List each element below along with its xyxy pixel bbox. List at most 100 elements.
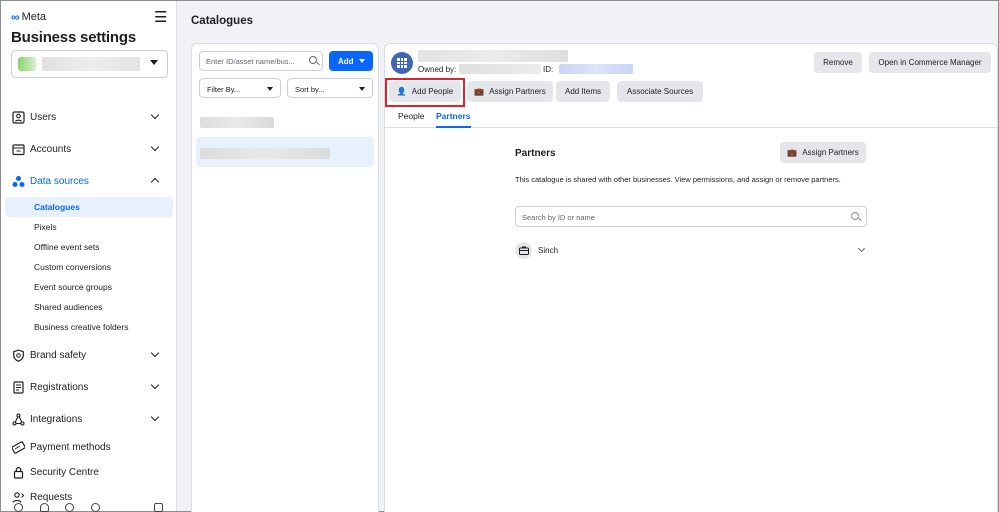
settings-icon[interactable] [14,503,23,512]
sidebar-subitem-catalogues[interactable]: Catalogues [5,197,173,217]
meta-infinity-icon: ∞ [11,10,20,24]
chevron-down-icon [150,142,160,152]
sidebar-item-brand-safety[interactable]: Brand safety [1,339,177,371]
highlight-box [385,78,465,107]
accounts-icon [10,141,26,157]
sidebar-item-label: Users [30,111,57,123]
business-settings-title: Business settings [11,29,136,46]
sidebar-subitem-pixels[interactable]: Pixels [5,217,173,237]
pages-icon[interactable] [154,503,163,512]
sidebar-item-label: Integrations [30,413,83,425]
list-item-selected[interactable] [196,137,374,167]
sidebar-item-users[interactable]: Users [1,101,177,133]
search-icon [309,56,317,64]
id-value-redacted [559,64,634,74]
owner-redacted [459,64,542,74]
search-icon [851,212,859,220]
sidebar-item-security-centre[interactable]: Security Centre [1,460,177,485]
filter-by-dropdown[interactable]: Filter By... [199,78,281,98]
catalogue-list-panel: Enter ID/asset name/bus... Add Filter By… [191,43,379,512]
partner-name: Sinch [538,245,559,255]
meta-logo[interactable]: ∞ Meta [11,10,46,24]
partner-list-item[interactable]: Sinch [515,240,867,260]
add-items-button[interactable]: Add Items [556,81,610,102]
caret-down-icon [359,87,365,91]
partner-search-placeholder: Search by ID or name [522,213,595,222]
detail-tabs: People Partners [385,107,997,128]
briefcase-icon: 💼 [474,87,485,96]
tab-people[interactable]: People [398,111,424,128]
sidebar-item-accounts[interactable]: Accounts [1,133,177,165]
sidebar-subitem-shared-audiences[interactable]: Shared audiences [5,297,173,317]
search-placeholder: Enter ID/asset name/bus... [206,57,295,66]
sidebar-subitem-custom-conversions[interactable]: Custom conversions [5,257,173,277]
briefcase-icon: 💼 [787,148,798,157]
lock-icon [10,465,26,481]
page-title: Catalogues [191,15,253,27]
catalogue-detail-panel: Owned by: ID: Remove Open in Commerce Ma… [384,43,998,512]
shield-icon [10,347,26,363]
filter-label: Filter By... [207,85,241,94]
caret-down-icon [267,87,273,91]
owned-by: Owned by: [418,64,542,74]
sidebar-item-registrations[interactable]: Registrations [1,371,177,403]
search-icon[interactable] [65,503,74,512]
caret-down-icon [150,60,158,65]
sidebar-item-label: Data sources [30,175,89,187]
registrations-icon [10,379,26,395]
sidebar-subitem-offline-event-sets[interactable]: Offline event sets [5,237,173,257]
hamburger-menu-icon[interactable]: ☰ [154,8,167,26]
sidebar-item-label: Payment methods [30,442,111,453]
business-name-redacted [42,57,140,71]
tab-partners[interactable]: Partners [436,111,471,128]
partners-description: This catalogue is shared with other busi… [515,175,841,184]
users-icon [10,109,26,125]
assign-partners-button[interactable]: 💼 Assign Partners [467,81,553,102]
catalogue-name-redacted [200,148,330,159]
sidebar-item-payment-methods[interactable]: Payment methods [1,435,177,460]
partner-briefcase-icon [515,241,532,259]
sidebar-subitem-business-creative-folders[interactable]: Business creative folders [5,317,173,337]
list-item[interactable] [196,106,374,136]
sidebar-item-data-sources[interactable]: Data sources [1,165,177,197]
open-in-commerce-manager-button[interactable]: Open in Commerce Manager [869,52,991,73]
data-sources-icon [10,173,26,189]
business-selector[interactable] [11,50,168,78]
sidebar: ∞ Meta ☰ Business settings Users Account… [1,1,177,512]
partners-section-title: Partners [515,148,556,159]
chevron-down-icon [150,380,160,390]
notifications-icon[interactable] [40,503,49,512]
partner-search-input[interactable]: Search by ID or name [515,206,867,227]
assign-partners-label: Assign Partners [489,87,546,96]
chevron-down-icon [150,110,160,120]
sidebar-item-label: Registrations [30,381,89,393]
chevron-down-icon [150,348,160,358]
sort-by-dropdown[interactable]: Sort by... [287,78,373,98]
integrations-icon [10,411,26,427]
sidebar-item-label: Brand safety [30,349,87,361]
remove-button[interactable]: Remove [814,52,862,73]
sidebar-subitem-event-source-groups[interactable]: Event source groups [5,277,173,297]
help-icon[interactable] [91,503,100,512]
catalogue-search-input[interactable]: Enter ID/asset name/bus... [199,51,323,71]
caret-down-icon [359,59,365,63]
sort-label: Sort by... [295,85,325,94]
sidebar-footer-icons [1,503,177,512]
catalogue-id: ID: [543,64,634,74]
add-button[interactable]: Add [329,51,373,71]
sidebar-item-label: Security Centre [30,467,99,478]
chevron-down-icon[interactable] [857,244,866,253]
id-label: ID: [543,64,554,74]
assign-partners-secondary-button[interactable]: 💼 Assign Partners [780,142,866,163]
catalogue-name-redacted [200,117,274,128]
meta-brand-label: Meta [21,11,47,23]
chevron-up-icon [150,177,160,187]
payment-icon [10,440,26,456]
add-label: Add [338,56,354,66]
sidebar-nav: Users Accounts Data sources Catalogues P… [1,101,177,510]
catalogue-name-redacted [418,50,568,62]
associate-sources-button[interactable]: Associate Sources [617,81,703,102]
sidebar-item-integrations[interactable]: Integrations [1,403,177,435]
owned-by-label: Owned by: [418,64,457,74]
assign-partners-label: Assign Partners [802,148,859,157]
